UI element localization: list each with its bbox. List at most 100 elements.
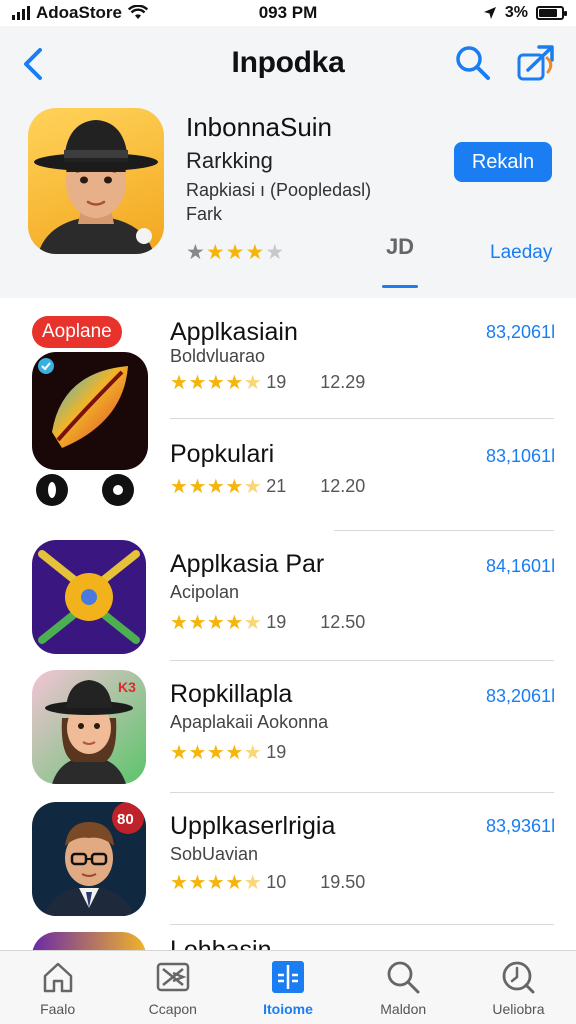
share-icon: [517, 45, 554, 81]
star-icon: ★: [225, 372, 244, 394]
star-icon: ★: [170, 476, 189, 498]
app-subtitle: Apaplakaii Aokonna: [170, 712, 329, 732]
character-hat-icon: [34, 120, 158, 254]
rating-count: 19: [266, 612, 287, 632]
battery-icon: [536, 6, 567, 20]
tab-games[interactable]: Ccapon: [115, 951, 230, 1024]
featured-app-category: Rapkiasi ı (Poopledasl): [186, 180, 372, 200]
rating-count: 21: [266, 476, 287, 496]
divider: [170, 924, 554, 925]
star-icon: ★: [245, 241, 266, 264]
app-meta: ★★★★★ 21 12.20: [170, 474, 365, 499]
star-icon: ★: [206, 742, 226, 764]
battery-fill: [539, 9, 557, 17]
tab-search[interactable]: Maldon: [346, 951, 461, 1024]
app-title: Applkasiain: [170, 318, 298, 346]
divider: [334, 530, 554, 531]
tab-label: Faalo: [40, 1001, 76, 1017]
tab-label: Ueliobra: [492, 1001, 545, 1017]
home-icon: [43, 962, 72, 993]
featured-app-developer: Fark: [186, 204, 222, 224]
star-icon: ★: [243, 476, 263, 498]
app-price[interactable]: 83,9361l: [486, 816, 555, 837]
featured-app-subtitle: Rarkking: [186, 148, 273, 173]
signal-icon: [12, 6, 30, 20]
app-subtitle: Acipolan: [170, 582, 240, 602]
segment-tab-label: JD: [385, 234, 415, 259]
tab-home[interactable]: Faalo: [0, 951, 115, 1024]
app-size: 12.50: [320, 612, 366, 632]
back-button[interactable]: [18, 44, 48, 84]
battery-percent: 3%: [504, 4, 528, 21]
featured-rating-stars: ★★★★★: [186, 240, 285, 265]
app-list: Applkasiain Boldvluarao ★★★★★ 19 12.29 8…: [0, 298, 576, 950]
tab-updates[interactable]: Ueliobra: [461, 951, 576, 1024]
tab-label: Itoiome: [263, 1001, 313, 1017]
featured-app: InbonnaSuin Rarkking Rapkiasi ı (Poopled…: [0, 102, 576, 298]
share-button[interactable]: [514, 42, 558, 86]
star-icon: ★: [243, 872, 263, 894]
featured-app-icon[interactable]: [28, 108, 164, 254]
app-size: 12.20: [320, 476, 366, 496]
segment-underline: [382, 285, 418, 288]
wifi-icon: [127, 5, 148, 19]
app-meta: ★★★★★ 10 19.50: [170, 870, 365, 895]
list-item[interactable]: Lohbasin: [0, 926, 576, 950]
app-price[interactable]: 83,2061l: [486, 322, 555, 343]
star-icon: ★: [188, 372, 207, 394]
search-icon: [456, 46, 490, 80]
segment-tab[interactable]: JD: [374, 234, 426, 288]
app-price[interactable]: 83,2061l: [486, 686, 555, 707]
location-arrow-icon: [483, 7, 496, 19]
updates-icon: [503, 961, 535, 994]
icon-overlay-text: 80: [117, 811, 134, 828]
list-item[interactable]: Popkulari ★★★★★ 21 12.20 83,1061l: [0, 420, 576, 530]
star-icon: ★: [206, 476, 226, 498]
status-bar: AdoaStore 093 PM 3%: [0, 0, 576, 26]
nav-bar: Inpodka: [0, 26, 576, 102]
app-icon-orb: [32, 540, 146, 654]
divider: [170, 418, 554, 419]
star-icon: ★: [205, 241, 226, 264]
app-price[interactable]: 83,1061l: [486, 446, 555, 467]
app-size: 19.50: [320, 872, 366, 892]
featured-app-name: InbonnaSuin: [186, 112, 333, 142]
rating-count: 10: [266, 872, 287, 892]
carrier-name: AdoaStore: [36, 3, 122, 22]
rating-stars: ★★★★★: [170, 870, 262, 895]
tab-apps[interactable]: Itoiome: [230, 951, 345, 1024]
category-badge: Aoplane: [32, 316, 122, 348]
rating-count: 19: [266, 372, 287, 392]
list-item[interactable]: K3 Ropkillapla Apaplakaii Aokonna ★★★★★ …: [0, 662, 576, 792]
star-icon: ★: [206, 372, 226, 394]
app-meta: ★★★★★ 19 12.29: [170, 370, 365, 395]
app-icon-partial: [32, 932, 146, 950]
character-girl-icon: K3: [45, 679, 136, 784]
star-icon: ★: [188, 872, 207, 894]
segment-link[interactable]: Laeday: [490, 242, 552, 264]
get-button[interactable]: Rekaln: [454, 142, 552, 182]
tab-label: Ccapon: [148, 1001, 197, 1017]
search-button[interactable]: [454, 44, 492, 82]
star-icon: ★: [170, 612, 189, 634]
star-icon: ★: [243, 372, 263, 394]
app-icon-hat-girl: K3: [32, 670, 146, 784]
app-subtitle: Boldvluarao: [170, 346, 266, 366]
app-title: Popkulari: [170, 440, 275, 468]
star-icon: ★: [265, 241, 286, 264]
star-icon: ★: [243, 612, 263, 634]
divider: [170, 792, 554, 793]
app-price[interactable]: 84,1601l: [486, 556, 555, 577]
list-item[interactable]: Applkasia Par Acipolan ★★★★★ 19 12.50 84…: [0, 532, 576, 660]
star-icon: ★: [225, 872, 244, 894]
status-right: 3%: [483, 4, 567, 22]
rating-stars: ★★★★★: [170, 740, 262, 765]
chevron-left-icon: [24, 48, 42, 80]
divider: [170, 660, 554, 661]
list-item[interactable]: 80 Upplkaserlrigia SobUavian ★★★★★ 10 19…: [0, 794, 576, 924]
tab-label: Maldon: [380, 1001, 427, 1017]
star-icon: ★: [188, 612, 207, 634]
star-icon: ★: [188, 476, 207, 498]
character-man-icon: 80: [44, 802, 144, 916]
app-size: 12.29: [320, 372, 366, 392]
